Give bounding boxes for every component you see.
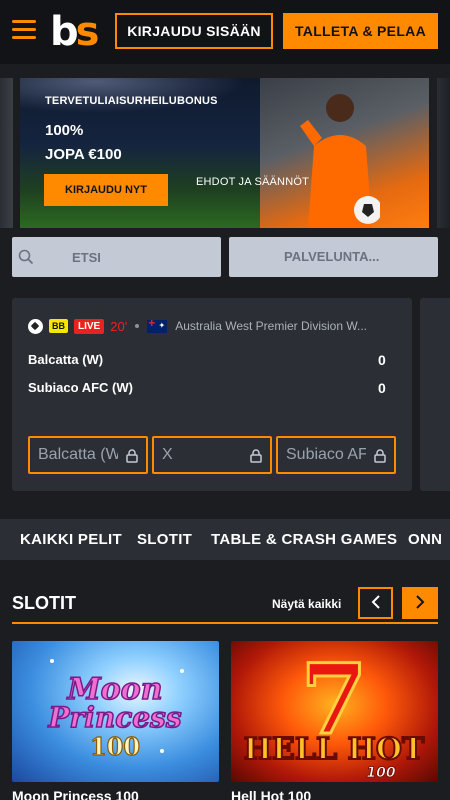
odds-draw-button[interactable]: X bbox=[152, 436, 272, 474]
banner-login-button[interactable]: KIRJAUDU NYT bbox=[44, 174, 168, 206]
hell-hot-art-line1: HELL HOT bbox=[244, 732, 425, 767]
game-tile-moon-princess[interactable]: Moon Princess 100 bbox=[12, 641, 219, 782]
next-match-card[interactable] bbox=[420, 298, 450, 491]
bet-builder-badge: BB bbox=[49, 319, 68, 333]
providers-select[interactable]: PALVELUNTA... bbox=[229, 237, 438, 277]
odds-away-button[interactable]: Subiaco AFC (W) bbox=[276, 436, 396, 474]
australia-flag-icon bbox=[147, 319, 168, 333]
banner-bonus-percent: 100% bbox=[45, 122, 84, 139]
lock-icon bbox=[374, 449, 386, 463]
league-name[interactable]: Australia West Premier Division W... bbox=[175, 319, 371, 333]
game-category-tabs: KAIKKI PELIT SLOTIT TABLE & CRASH GAMES … bbox=[0, 519, 450, 560]
chevron-right-icon bbox=[416, 594, 425, 609]
live-match-card[interactable]: BB LIVE 20' Australia West Premier Divis… bbox=[12, 298, 412, 491]
deposit-play-button[interactable]: TALLETA & PELAA bbox=[283, 13, 438, 49]
moon-princess-art-line3: 100 bbox=[90, 732, 140, 761]
tab-slots[interactable]: SLOTIT bbox=[137, 519, 192, 560]
home-team-name: Balcatta (W) bbox=[28, 352, 104, 367]
lock-icon bbox=[126, 449, 138, 463]
home-team-score: 0 bbox=[378, 352, 386, 368]
see-all-link[interactable]: Näytä kaikki bbox=[272, 597, 341, 611]
hell-hot-artwork: 7 HELL HOT 100 bbox=[243, 642, 426, 782]
menu-icon[interactable] bbox=[12, 20, 36, 40]
match-header: BB LIVE 20' Australia West Premier Divis… bbox=[28, 318, 371, 334]
banner-bonus-amount: JOPA €100 bbox=[45, 146, 122, 163]
game-tile-hell-hot[interactable]: 7 HELL HOT 100 bbox=[231, 641, 438, 782]
lock-icon bbox=[250, 449, 262, 463]
away-team-name: Subiaco AFC (W) bbox=[28, 380, 133, 395]
search-bar[interactable] bbox=[12, 237, 221, 277]
top-header: bs KIRJAUDU SISÄÄN TALLETA & PELAA bbox=[0, 0, 450, 64]
live-badge: LIVE bbox=[74, 318, 105, 334]
odds-home-button[interactable]: Balcatta (W) bbox=[28, 436, 148, 474]
football-player-image bbox=[300, 94, 380, 228]
section-divider bbox=[12, 622, 438, 624]
chevron-left-icon bbox=[371, 594, 380, 609]
banner-prev-slide[interactable] bbox=[0, 78, 13, 228]
search-icon bbox=[18, 249, 34, 265]
search-input[interactable] bbox=[42, 237, 217, 277]
away-team-score: 0 bbox=[378, 380, 386, 396]
tab-table-crash-games[interactable]: TABLE & CRASH GAMES bbox=[211, 519, 397, 560]
brand-logo[interactable]: bs bbox=[50, 10, 99, 54]
match-minute: 20' bbox=[110, 318, 128, 334]
football-icon bbox=[28, 318, 43, 334]
moon-princess-artwork: Moon Princess 100 bbox=[47, 659, 184, 762]
odds-away-label: Subiaco AFC (W) bbox=[286, 446, 366, 463]
carousel-prev-button[interactable] bbox=[358, 587, 393, 619]
promo-banner[interactable]: TERVETULIAISURHEILUBONUS 100% JOPA €100 … bbox=[20, 78, 429, 228]
game-title-hell-hot[interactable]: Hell Hot 100 bbox=[231, 788, 311, 800]
odds-draw-label: X bbox=[162, 446, 173, 463]
game-title-moon-princess[interactable]: Moon Princess 100 bbox=[12, 788, 139, 800]
section-title: SLOTIT bbox=[12, 593, 76, 613]
separator-dot bbox=[135, 324, 140, 328]
banner-subtitle: TERVETULIAISURHEILUBONUS bbox=[45, 95, 218, 107]
odds-home-label: Balcatta (W) bbox=[38, 446, 118, 463]
tab-next-category[interactable]: ONN bbox=[408, 519, 442, 560]
login-button[interactable]: KIRJAUDU SISÄÄN bbox=[115, 13, 273, 49]
banner-next-slide[interactable] bbox=[437, 78, 450, 228]
banner-terms-link[interactable]: EHDOT JA SÄÄNNÖT bbox=[196, 176, 309, 188]
moon-princess-art-line2: Princess bbox=[47, 701, 181, 734]
hell-hot-art-line2: 100 bbox=[366, 765, 395, 781]
carousel-next-button[interactable] bbox=[402, 587, 438, 619]
tab-all-games[interactable]: KAIKKI PELIT bbox=[20, 519, 122, 560]
